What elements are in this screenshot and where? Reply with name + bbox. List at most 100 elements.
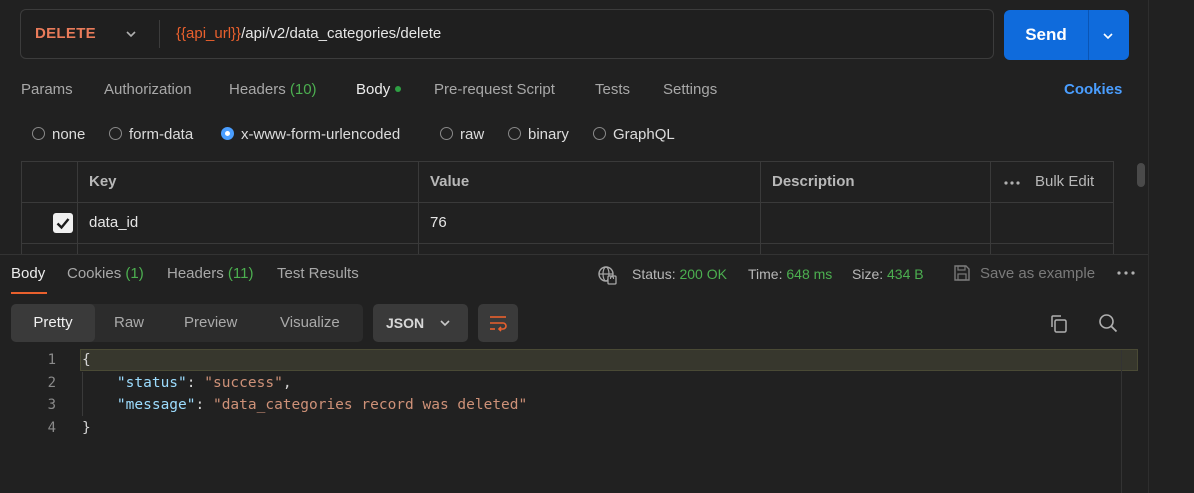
body-indicator-dot (395, 86, 402, 92)
row-divider (22, 202, 1113, 203)
radio-raw[interactable] (440, 127, 453, 140)
line-number: 1 (47, 352, 56, 368)
radio-binary[interactable] (508, 127, 521, 140)
view-mode-visualize[interactable]: Visualize (280, 304, 340, 342)
view-mode-preview[interactable]: Preview (184, 304, 237, 342)
search-icon[interactable] (1098, 313, 1118, 333)
active-tab-underline (11, 292, 47, 294)
header-key: Key (89, 173, 117, 190)
time-readout: Time: 648 ms (748, 264, 832, 284)
json-key: "message" (116, 397, 196, 413)
wrap-lines-icon (488, 313, 508, 333)
wrap-lines-button[interactable] (478, 304, 518, 342)
view-mode-pretty[interactable]: Pretty (11, 304, 95, 342)
tab-headers[interactable]: Headers (10) (229, 80, 317, 100)
copy-icon[interactable] (1049, 314, 1069, 334)
json-key: "status" (116, 375, 187, 391)
params-table: Key Value Description Bulk Edit data_id … (21, 161, 1114, 255)
tab-settings[interactable]: Settings (663, 80, 717, 100)
view-mode-selector: Pretty Raw Preview Visualize (11, 304, 363, 342)
tab-headers-label: Headers (229, 81, 286, 98)
time-value: 648 ms (786, 266, 833, 282)
save-as-example-button[interactable]: Save as example (980, 264, 1095, 284)
line-number: 2 (47, 375, 56, 391)
view-mode-raw[interactable]: Raw (114, 304, 144, 342)
format-label: JSON (386, 315, 425, 331)
tab-body[interactable]: Body (356, 80, 402, 100)
radio-form-data[interactable] (109, 127, 122, 140)
divider (159, 20, 160, 48)
globe-network-icon[interactable] (597, 265, 617, 285)
status-value: 200 OK (679, 266, 727, 282)
tab-authorization[interactable]: Authorization (104, 80, 192, 100)
radio-graphql[interactable] (593, 127, 606, 140)
cookies-link[interactable]: Cookies (1064, 80, 1122, 100)
current-line-highlight (80, 349, 1138, 371)
tab-body-label: Body (356, 81, 391, 98)
panel-divider (1148, 0, 1149, 493)
response-tab-test-results[interactable]: Test Results (277, 264, 359, 284)
code-line: } (82, 420, 91, 436)
url-path: /api/v2/data_categories/delete (241, 25, 442, 42)
tab-pre-request-script[interactable]: Pre-request Script (434, 80, 555, 100)
radio-graphql-label[interactable]: GraphQL (613, 126, 675, 144)
code-line: { (82, 352, 91, 368)
response-tab-headers-label: Headers (167, 265, 224, 282)
format-select[interactable]: JSON (373, 304, 468, 342)
code-scroll-track[interactable] (1121, 350, 1122, 493)
response-separator[interactable] (0, 254, 1148, 255)
response-tab-cookies[interactable]: Cookies (1) (67, 264, 144, 284)
line-number: 3 (47, 397, 56, 413)
response-tab-cookies-count: (1) (125, 265, 144, 282)
radio-x-www-form-urlencoded-label[interactable]: x-www-form-urlencoded (241, 126, 400, 144)
json-string: "data_categories record was deleted" (212, 397, 528, 413)
size-readout: Size: 434 B (852, 264, 924, 284)
url-variable: {{api_url}} (176, 25, 242, 42)
status-readout: Status: 200 OK (632, 264, 727, 284)
row-checkbox[interactable] (53, 213, 73, 233)
radio-none-label[interactable]: none (52, 126, 85, 144)
param-key-cell[interactable]: data_id (89, 203, 138, 243)
param-value-cell[interactable]: 76 (430, 203, 447, 243)
save-icon[interactable] (953, 264, 971, 282)
chevron-down-icon[interactable] (125, 28, 137, 40)
send-label[interactable]: Send (1004, 10, 1088, 60)
time-label: Time: (748, 266, 783, 282)
row-divider (22, 243, 1113, 244)
response-tab-cookies-label: Cookies (67, 265, 122, 282)
radio-form-data-label[interactable]: form-data (129, 126, 193, 144)
chevron-down-icon (439, 317, 451, 329)
column-divider (77, 162, 78, 255)
radio-binary-label[interactable]: binary (528, 126, 569, 144)
url-input[interactable]: {{api_url}}/api/v2/data_categories/delet… (176, 10, 441, 58)
json-string: "success" (204, 375, 283, 391)
column-divider (990, 162, 991, 255)
code-line: "status": "success", (116, 375, 292, 391)
header-value: Value (430, 173, 470, 190)
header-description: Description (772, 173, 855, 190)
tab-params[interactable]: Params (21, 80, 73, 100)
response-tab-headers[interactable]: Headers (11) (167, 264, 253, 284)
bulk-edit-button[interactable]: Bulk Edit (1035, 162, 1094, 202)
radio-x-www-form-urlencoded[interactable] (221, 127, 234, 140)
size-value: 434 B (887, 266, 924, 282)
tab-headers-count: (10) (289, 81, 317, 98)
response-more-icon[interactable] (1117, 271, 1135, 275)
send-split-divider (1088, 10, 1089, 60)
scrollbar[interactable] (1137, 163, 1145, 187)
response-tab-body[interactable]: Body (11, 264, 45, 284)
request-bar: DELETE {{api_url}}/api/v2/data_categorie… (20, 9, 994, 59)
send-button[interactable]: Send (1004, 10, 1129, 60)
send-options-chevron-icon[interactable] (1102, 30, 1114, 42)
tab-tests[interactable]: Tests (595, 80, 630, 100)
size-label: Size: (852, 266, 884, 282)
response-tab-headers-count: (11) (227, 265, 254, 282)
method-select[interactable]: DELETE (35, 10, 96, 58)
radio-raw-label[interactable]: raw (460, 126, 484, 144)
more-options-icon[interactable] (1004, 181, 1020, 185)
status-label: Status: (632, 266, 676, 282)
column-divider (418, 162, 419, 255)
line-number: 4 (47, 420, 56, 436)
code-line: "message": "data_categories record was d… (116, 397, 528, 413)
radio-none[interactable] (32, 127, 45, 140)
